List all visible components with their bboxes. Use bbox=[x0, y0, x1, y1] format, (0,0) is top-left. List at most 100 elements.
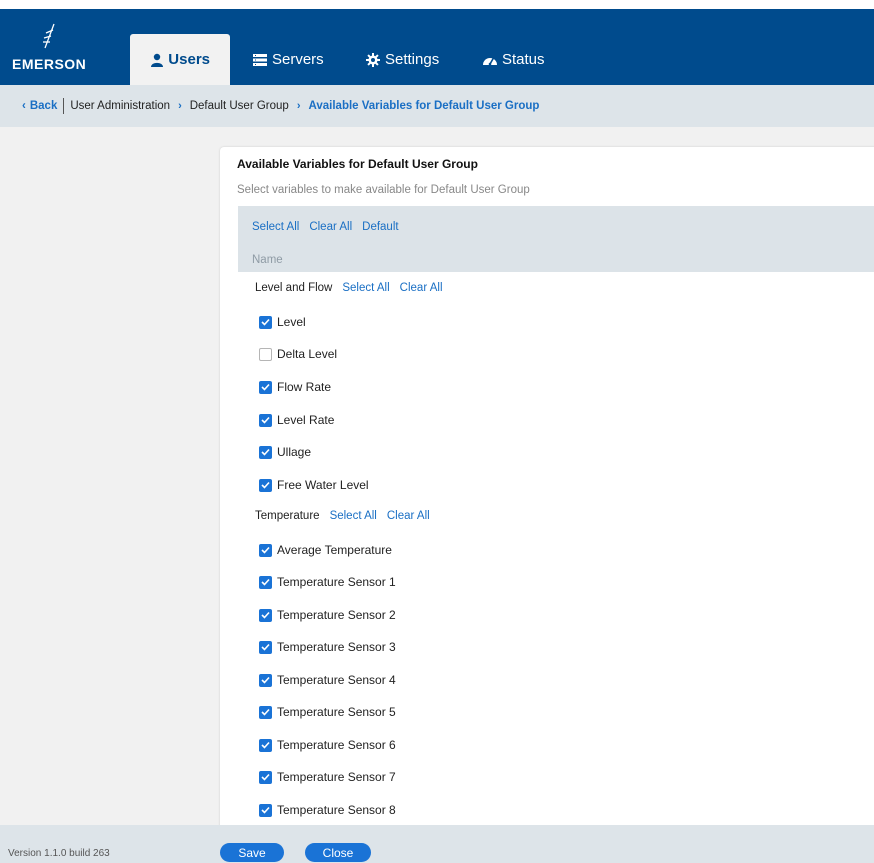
check-icon bbox=[261, 773, 270, 781]
variable-label: Flow Rate bbox=[277, 380, 332, 394]
variable-label: Temperature Sensor 8 bbox=[277, 803, 396, 817]
emerson-logo[interactable]: EMERSON bbox=[12, 14, 112, 76]
check-icon bbox=[261, 481, 270, 489]
check-icon bbox=[261, 708, 270, 716]
gear-icon bbox=[365, 52, 381, 68]
variable-temperature-sensor-1[interactable]: Temperature Sensor 1 bbox=[259, 575, 396, 589]
variable-free-water-level[interactable]: Free Water Level bbox=[259, 478, 369, 492]
variable-temperature-sensor-2[interactable]: Temperature Sensor 2 bbox=[259, 608, 396, 622]
checkbox-checked[interactable] bbox=[259, 575, 272, 589]
variable-label: Free Water Level bbox=[277, 478, 369, 492]
checkbox-checked[interactable] bbox=[259, 543, 272, 557]
breadcrumb-divider bbox=[63, 98, 65, 114]
checkbox-checked[interactable] bbox=[259, 608, 272, 622]
checkbox-checked[interactable] bbox=[259, 673, 272, 687]
variable-label: Temperature Sensor 1 bbox=[277, 575, 396, 589]
variable-delta-level[interactable]: Delta Level bbox=[259, 347, 337, 361]
variable-temperature-sensor-6[interactable]: Temperature Sensor 6 bbox=[259, 738, 396, 752]
back-label: Back bbox=[29, 100, 58, 112]
checkbox-checked[interactable] bbox=[259, 413, 272, 427]
variable-level[interactable]: Level bbox=[259, 315, 306, 329]
checkbox-checked[interactable] bbox=[259, 445, 272, 459]
check-icon bbox=[261, 546, 270, 554]
panel-subtitle: Select variables to make available for D… bbox=[237, 184, 530, 196]
save-button[interactable]: Save bbox=[220, 843, 284, 862]
variable-label: Level Rate bbox=[277, 413, 335, 427]
version-label: Version 1.1.0 build 263 bbox=[8, 848, 110, 859]
user-icon bbox=[150, 52, 164, 68]
check-icon bbox=[261, 611, 270, 619]
variable-level-rate[interactable]: Level Rate bbox=[259, 413, 334, 427]
group-select-all-link[interactable]: Select All bbox=[342, 282, 389, 294]
check-icon bbox=[261, 741, 270, 749]
check-icon bbox=[261, 643, 270, 651]
tab-status-label: Status bbox=[502, 51, 545, 68]
variable-flow-rate[interactable]: Flow Rate bbox=[259, 380, 331, 394]
variable-label: Temperature Sensor 3 bbox=[277, 640, 396, 654]
panel-title: Available Variables for Default User Gro… bbox=[237, 157, 478, 171]
variable-label: Temperature Sensor 4 bbox=[277, 673, 396, 687]
checkbox-checked[interactable] bbox=[259, 640, 272, 654]
breadcrumb-current: Available Variables for Default User Gro… bbox=[308, 100, 540, 112]
name-column-header: Name bbox=[252, 254, 283, 266]
variable-label: Level bbox=[277, 315, 306, 329]
group-temperature: Temperature Select All Clear All bbox=[255, 510, 430, 522]
check-icon bbox=[261, 676, 270, 684]
select-all-link[interactable]: Select All bbox=[252, 221, 299, 233]
group-select-all-link[interactable]: Select All bbox=[330, 510, 377, 522]
variable-label: Temperature Sensor 6 bbox=[277, 738, 396, 752]
chevron-left-icon: ‹ bbox=[22, 100, 26, 112]
available-variables-panel: Available Variables for Default User Gro… bbox=[220, 147, 874, 837]
variable-temperature-sensor-3[interactable]: Temperature Sensor 3 bbox=[259, 640, 396, 654]
variable-ullage[interactable]: Ullage bbox=[259, 445, 311, 459]
footer-bar: Version 1.1.0 build 263 Save Close bbox=[0, 825, 874, 863]
checkbox-checked[interactable] bbox=[259, 478, 272, 492]
variable-average-temperature[interactable]: Average Temperature bbox=[259, 543, 392, 557]
check-icon bbox=[261, 806, 270, 814]
checkbox-checked[interactable] bbox=[259, 380, 272, 394]
group-clear-all-link[interactable]: Clear All bbox=[387, 510, 430, 522]
checkbox-checked[interactable] bbox=[259, 705, 272, 719]
variable-label: Temperature Sensor 7 bbox=[277, 770, 396, 784]
check-icon bbox=[261, 383, 270, 391]
variable-temperature-sensor-7[interactable]: Temperature Sensor 7 bbox=[259, 770, 396, 784]
breadcrumb-user-administration[interactable]: User Administration bbox=[70, 100, 170, 112]
variable-temperature-sensor-5[interactable]: Temperature Sensor 5 bbox=[259, 705, 396, 719]
tab-users-label: Users bbox=[168, 51, 210, 68]
breadcrumb: ‹ Back User Administration › Default Use… bbox=[22, 98, 539, 114]
variable-label: Temperature Sensor 2 bbox=[277, 608, 396, 622]
group-name: Level and Flow bbox=[255, 282, 333, 294]
variable-temperature-sensor-4[interactable]: Temperature Sensor 4 bbox=[259, 673, 396, 687]
variable-temperature-sensor-8[interactable]: Temperature Sensor 8 bbox=[259, 803, 396, 817]
checkbox-checked[interactable] bbox=[259, 770, 272, 784]
chevron-right-icon: › bbox=[296, 100, 301, 112]
group-level-and-flow: Level and Flow Select All Clear All bbox=[255, 282, 443, 294]
default-link[interactable]: Default bbox=[362, 221, 398, 233]
checkbox-checked[interactable] bbox=[259, 738, 272, 752]
back-link[interactable]: ‹ Back bbox=[22, 100, 57, 112]
tab-users[interactable]: Users bbox=[130, 34, 230, 85]
logo-mark-icon bbox=[43, 23, 55, 49]
clear-all-link[interactable]: Clear All bbox=[309, 221, 352, 233]
check-icon bbox=[261, 416, 270, 424]
group-clear-all-link[interactable]: Clear All bbox=[400, 282, 443, 294]
checkbox-unchecked[interactable] bbox=[259, 347, 272, 361]
breadcrumb-default-user-group[interactable]: Default User Group bbox=[190, 100, 289, 112]
tab-settings-label: Settings bbox=[385, 51, 440, 68]
tab-settings[interactable]: Settings bbox=[365, 34, 439, 85]
check-icon bbox=[261, 578, 270, 586]
variable-label: Temperature Sensor 5 bbox=[277, 705, 396, 719]
checkbox-checked[interactable] bbox=[259, 803, 272, 817]
gauge-icon bbox=[482, 52, 498, 68]
checkbox-checked[interactable] bbox=[259, 315, 272, 329]
close-button[interactable]: Close bbox=[305, 843, 371, 862]
tab-servers[interactable]: Servers bbox=[252, 34, 324, 85]
variable-label: Delta Level bbox=[277, 347, 338, 361]
variables-toolbar: Select All Clear All Default Name bbox=[238, 206, 874, 272]
tab-status[interactable]: Status bbox=[482, 34, 545, 85]
breadcrumb-bar: ‹ Back User Administration › Default Use… bbox=[0, 85, 874, 127]
variable-label: Average Temperature bbox=[277, 543, 392, 557]
check-icon bbox=[261, 318, 270, 326]
variable-label: Ullage bbox=[277, 445, 312, 459]
brand-name: EMERSON bbox=[12, 56, 87, 72]
